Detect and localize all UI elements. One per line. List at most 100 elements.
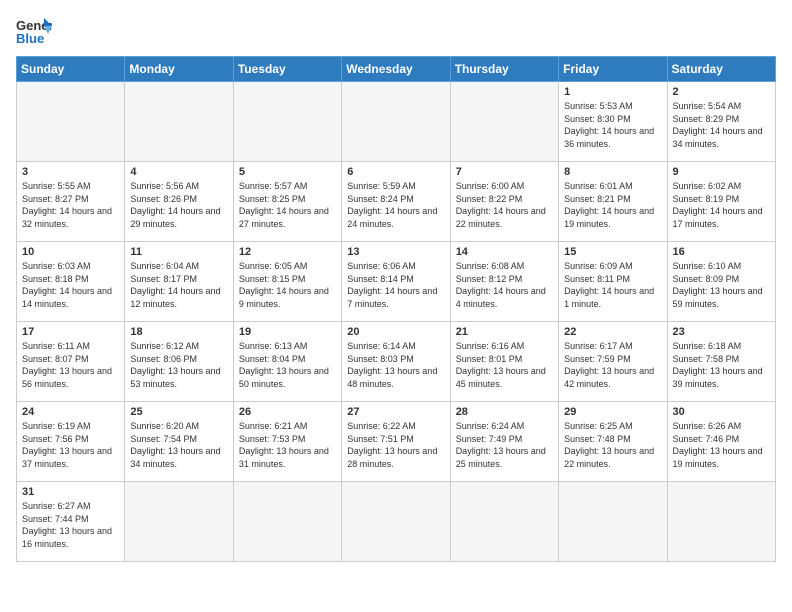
day-info: Sunrise: 6:10 AM Sunset: 8:09 PM Dayligh…	[673, 260, 770, 310]
day-number: 3	[22, 166, 119, 178]
calendar-cell: 15Sunrise: 6:09 AM Sunset: 8:11 PM Dayli…	[559, 242, 667, 322]
day-number: 9	[673, 166, 770, 178]
day-info: Sunrise: 6:08 AM Sunset: 8:12 PM Dayligh…	[456, 260, 553, 310]
day-info: Sunrise: 6:14 AM Sunset: 8:03 PM Dayligh…	[347, 340, 444, 390]
calendar-cell: 28 Sunrise: 6:24 AM Sunset: 7:49 PM Dayli…	[450, 402, 558, 482]
calendar-table: SundayMondayTuesdayWednesdayThursdayFrid…	[16, 56, 776, 562]
day-info: Sunrise: 6:27 AM Sunset: 7:44 PM Dayligh…	[22, 500, 119, 550]
weekday-header-thursday: Thursday	[450, 57, 558, 82]
calendar-week-3: 10Sunrise: 6:03 AM Sunset: 8:18 PM Dayli…	[17, 242, 776, 322]
calendar-cell: 11Sunrise: 6:04 AM Sunset: 8:17 PM Dayli…	[125, 242, 233, 322]
day-info: Sunrise: 6:26 AM Sunset: 7:46 PM Dayligh…	[673, 420, 770, 470]
svg-text:Blue: Blue	[16, 31, 44, 46]
day-info: Sunrise: 6:09 AM Sunset: 8:11 PM Dayligh…	[564, 260, 661, 310]
calendar-cell	[342, 82, 450, 162]
day-info: Sunrise: 6:20 AM Sunset: 7:54 PM Dayligh…	[130, 420, 227, 470]
calendar-cell: 5Sunrise: 5:57 AM Sunset: 8:25 PM Daylig…	[233, 162, 341, 242]
day-info: Sunrise: 6:24 AM Sunset: 7:49 PM Dayligh…	[456, 420, 553, 470]
calendar-cell: 1Sunrise: 5:53 AM Sunset: 8:30 PM Daylig…	[559, 82, 667, 162]
day-number: 28	[456, 406, 553, 418]
day-number: 2	[673, 86, 770, 98]
day-info: Sunrise: 6:16 AM Sunset: 8:01 PM Dayligh…	[456, 340, 553, 390]
day-info: Sunrise: 5:55 AM Sunset: 8:27 PM Dayligh…	[22, 180, 119, 230]
day-info: Sunrise: 6:25 AM Sunset: 7:48 PM Dayligh…	[564, 420, 661, 470]
calendar-cell: 8 Sunrise: 6:01 AM Sunset: 8:21 PM Daylig…	[559, 162, 667, 242]
calendar-cell	[342, 482, 450, 562]
logo: General Blue	[16, 16, 52, 46]
calendar-cell	[233, 482, 341, 562]
calendar-cell: 10Sunrise: 6:03 AM Sunset: 8:18 PM Dayli…	[17, 242, 125, 322]
calendar-cell: 3 Sunrise: 5:55 AM Sunset: 8:27 PM Daylig…	[17, 162, 125, 242]
weekday-header-saturday: Saturday	[667, 57, 775, 82]
calendar-cell	[450, 482, 558, 562]
logo-icon: General Blue	[16, 16, 52, 46]
day-info: Sunrise: 5:54 AM Sunset: 8:29 PM Dayligh…	[673, 100, 770, 150]
calendar-cell: 2 Sunrise: 5:54 AM Sunset: 8:29 PM Daylig…	[667, 82, 775, 162]
calendar-cell: 17 Sunrise: 6:11 AM Sunset: 8:07 PM Dayli…	[17, 322, 125, 402]
day-info: Sunrise: 6:03 AM Sunset: 8:18 PM Dayligh…	[22, 260, 119, 310]
calendar-header: SundayMondayTuesdayWednesdayThursdayFrid…	[17, 57, 776, 82]
day-number: 17	[22, 326, 119, 338]
header-row: SundayMondayTuesdayWednesdayThursdayFrid…	[17, 57, 776, 82]
calendar-cell: 18Sunrise: 6:12 AM Sunset: 8:06 PM Dayli…	[125, 322, 233, 402]
day-number: 31	[22, 486, 119, 498]
calendar-cell: 24Sunrise: 6:19 AM Sunset: 7:56 PM Dayli…	[17, 402, 125, 482]
day-number: 11	[130, 246, 227, 258]
calendar-cell: 7 Sunrise: 6:00 AM Sunset: 8:22 PM Daylig…	[450, 162, 558, 242]
calendar-cell: 21 Sunrise: 6:16 AM Sunset: 8:01 PM Dayli…	[450, 322, 558, 402]
day-info: Sunrise: 6:21 AM Sunset: 7:53 PM Dayligh…	[239, 420, 336, 470]
weekday-header-friday: Friday	[559, 57, 667, 82]
day-number: 30	[673, 406, 770, 418]
day-number: 24	[22, 406, 119, 418]
day-number: 13	[347, 246, 444, 258]
day-info: Sunrise: 6:00 AM Sunset: 8:22 PM Dayligh…	[456, 180, 553, 230]
day-number: 27	[347, 406, 444, 418]
calendar-week-6: 31 Sunrise: 6:27 AM Sunset: 7:44 PM Dayli…	[17, 482, 776, 562]
calendar-body: 1Sunrise: 5:53 AM Sunset: 8:30 PM Daylig…	[17, 82, 776, 562]
calendar-cell: 16 Sunrise: 6:10 AM Sunset: 8:09 PM Dayli…	[667, 242, 775, 322]
day-info: Sunrise: 5:57 AM Sunset: 8:25 PM Dayligh…	[239, 180, 336, 230]
calendar-cell	[125, 82, 233, 162]
calendar-cell: 19 Sunrise: 6:13 AM Sunset: 8:04 PM Dayli…	[233, 322, 341, 402]
day-number: 16	[673, 246, 770, 258]
day-info: Sunrise: 6:02 AM Sunset: 8:19 PM Dayligh…	[673, 180, 770, 230]
calendar-cell: 30 Sunrise: 6:26 AM Sunset: 7:46 PM Dayli…	[667, 402, 775, 482]
day-number: 29	[564, 406, 661, 418]
calendar-cell: 23 Sunrise: 6:18 AM Sunset: 7:58 PM Dayli…	[667, 322, 775, 402]
calendar-cell: 22 Sunrise: 6:17 AM Sunset: 7:59 PM Dayli…	[559, 322, 667, 402]
calendar-week-1: 1Sunrise: 5:53 AM Sunset: 8:30 PM Daylig…	[17, 82, 776, 162]
day-number: 21	[456, 326, 553, 338]
day-number: 18	[130, 326, 227, 338]
calendar-cell: 6Sunrise: 5:59 AM Sunset: 8:24 PM Daylig…	[342, 162, 450, 242]
calendar-cell: 12Sunrise: 6:05 AM Sunset: 8:15 PM Dayli…	[233, 242, 341, 322]
day-number: 6	[347, 166, 444, 178]
day-number: 22	[564, 326, 661, 338]
day-number: 14	[456, 246, 553, 258]
calendar-week-5: 24Sunrise: 6:19 AM Sunset: 7:56 PM Dayli…	[17, 402, 776, 482]
calendar-cell: 13Sunrise: 6:06 AM Sunset: 8:14 PM Dayli…	[342, 242, 450, 322]
day-number: 19	[239, 326, 336, 338]
day-number: 23	[673, 326, 770, 338]
day-number: 20	[347, 326, 444, 338]
calendar-cell	[667, 482, 775, 562]
day-info: Sunrise: 6:13 AM Sunset: 8:04 PM Dayligh…	[239, 340, 336, 390]
day-number: 7	[456, 166, 553, 178]
calendar-week-4: 17 Sunrise: 6:11 AM Sunset: 8:07 PM Dayli…	[17, 322, 776, 402]
calendar-cell	[17, 82, 125, 162]
weekday-header-monday: Monday	[125, 57, 233, 82]
calendar-cell: 14 Sunrise: 6:08 AM Sunset: 8:12 PM Dayli…	[450, 242, 558, 322]
page-header: General Blue	[16, 16, 776, 46]
day-number: 8	[564, 166, 661, 178]
day-info: Sunrise: 6:18 AM Sunset: 7:58 PM Dayligh…	[673, 340, 770, 390]
calendar-cell	[233, 82, 341, 162]
calendar-cell: 25Sunrise: 6:20 AM Sunset: 7:54 PM Dayli…	[125, 402, 233, 482]
calendar-cell: 26Sunrise: 6:21 AM Sunset: 7:53 PM Dayli…	[233, 402, 341, 482]
day-info: Sunrise: 6:01 AM Sunset: 8:21 PM Dayligh…	[564, 180, 661, 230]
calendar-cell	[125, 482, 233, 562]
calendar-cell: 31 Sunrise: 6:27 AM Sunset: 7:44 PM Dayli…	[17, 482, 125, 562]
weekday-header-sunday: Sunday	[17, 57, 125, 82]
day-info: Sunrise: 6:11 AM Sunset: 8:07 PM Dayligh…	[22, 340, 119, 390]
day-info: Sunrise: 6:17 AM Sunset: 7:59 PM Dayligh…	[564, 340, 661, 390]
calendar-week-2: 3 Sunrise: 5:55 AM Sunset: 8:27 PM Daylig…	[17, 162, 776, 242]
calendar-cell	[559, 482, 667, 562]
